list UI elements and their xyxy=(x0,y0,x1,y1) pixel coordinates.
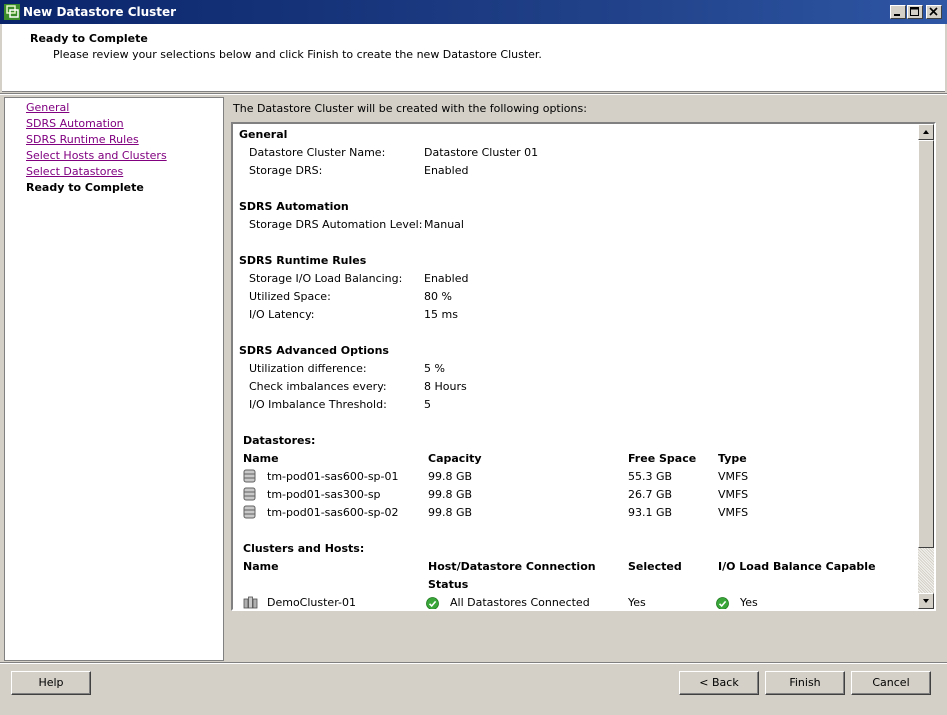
nav-step-sdrs-runtime-rules[interactable]: SDRS Runtime Rules xyxy=(26,133,139,147)
summary-key: Storage DRS Automation Level: xyxy=(249,218,423,231)
arrow-up-icon xyxy=(923,130,929,134)
summary-value: 5 xyxy=(424,398,431,411)
summary-scrollbar[interactable] xyxy=(918,124,934,609)
header-divider xyxy=(0,93,947,95)
maximize-button[interactable] xyxy=(907,5,923,19)
datastore-free-space: 55.3 GB xyxy=(628,470,673,483)
summary-key: Utilized Space: xyxy=(249,290,331,303)
status-ok-icon xyxy=(716,597,729,609)
minimize-icon xyxy=(894,14,900,16)
datastore-type: VMFS xyxy=(718,488,749,501)
wizard-steps-nav: General SDRS Automation SDRS Runtime Rul… xyxy=(4,97,224,661)
datastore-icon xyxy=(243,469,256,483)
minimize-button[interactable] xyxy=(890,5,906,19)
summary-key: I/O Imbalance Threshold: xyxy=(249,398,387,411)
datastore-name: tm-pod01-sas600-sp-01 xyxy=(267,470,399,483)
datastore-capacity: 99.8 GB xyxy=(428,488,473,501)
summary-key: Storage I/O Load Balancing: xyxy=(249,272,403,285)
cluster-io-load-balance: Yes xyxy=(740,596,758,609)
maximize-icon xyxy=(910,7,919,16)
summary-key: Storage DRS: xyxy=(249,164,323,177)
datastore-free-space: 26.7 GB xyxy=(628,488,673,501)
datastore-capacity: 99.8 GB xyxy=(428,470,473,483)
cluster-selected: Yes xyxy=(628,596,646,609)
datastore-capacity: 99.8 GB xyxy=(428,506,473,519)
summary-value: Manual xyxy=(424,218,464,231)
datastores-header-free-space: Free Space xyxy=(628,452,697,465)
summary-content: General Datastore Cluster Name: Datastor… xyxy=(233,124,918,609)
datastores-header-name: Name xyxy=(243,452,279,465)
clusters-header-connection-status: Host/Datastore Connection xyxy=(428,560,596,573)
nav-step-select-hosts-and-clusters[interactable]: Select Hosts and Clusters xyxy=(26,149,167,163)
summary-key: Utilization difference: xyxy=(249,362,367,375)
status-ok-icon xyxy=(426,597,439,609)
close-icon xyxy=(929,7,938,16)
summary-value: Enabled xyxy=(424,272,469,285)
summary-value: Datastore Cluster 01 xyxy=(424,146,539,159)
summary-caption: The Datastore Cluster will be created wi… xyxy=(233,102,587,115)
clusters-header-selected: Selected xyxy=(628,560,682,573)
page-subtitle: Please review your selections below and … xyxy=(53,48,542,61)
clusters-header-io-load-balance: I/O Load Balance Capable xyxy=(718,560,876,573)
datastore-type: VMFS xyxy=(718,470,749,483)
title-bar[interactable]: New Datastore Cluster xyxy=(0,0,947,24)
help-button[interactable]: Help xyxy=(11,671,91,695)
datastore-cluster-app-icon xyxy=(4,4,20,20)
page-title: Ready to Complete xyxy=(30,32,148,45)
datastore-free-space: 93.1 GB xyxy=(628,506,673,519)
datastore-icon xyxy=(243,487,256,501)
summary-value: 5 % xyxy=(424,362,445,375)
back-button[interactable]: < Back xyxy=(679,671,759,695)
section-title-clusters-and-hosts: Clusters and Hosts: xyxy=(243,542,365,555)
scroll-up-button[interactable] xyxy=(918,124,934,140)
cancel-button[interactable]: Cancel xyxy=(851,671,931,695)
summary-panel[interactable]: General Datastore Cluster Name: Datastor… xyxy=(231,122,936,611)
arrow-down-icon xyxy=(923,599,929,603)
section-title-sdrs-advanced-options: SDRS Advanced Options xyxy=(239,344,389,357)
section-title-sdrs-automation: SDRS Automation xyxy=(239,200,349,213)
wizard-header: Ready to Complete Please review your sel… xyxy=(2,24,945,92)
finish-button[interactable]: Finish xyxy=(765,671,845,695)
clusters-header-connection-status-line2: Status xyxy=(428,578,469,591)
summary-key: I/O Latency: xyxy=(249,308,315,321)
cluster-connection-status: All Datastores Connected xyxy=(450,596,590,609)
summary-value: Enabled xyxy=(424,164,469,177)
datastore-name: tm-pod01-sas600-sp-02 xyxy=(267,506,399,519)
section-title-sdrs-runtime-rules: SDRS Runtime Rules xyxy=(239,254,367,267)
summary-key: Datastore Cluster Name: xyxy=(249,146,386,159)
nav-step-ready-to-complete: Ready to Complete xyxy=(26,181,144,194)
datastore-icon xyxy=(243,505,256,519)
summary-key: Check imbalances every: xyxy=(249,380,387,393)
summary-value: 15 ms xyxy=(424,308,458,321)
scroll-down-button[interactable] xyxy=(918,593,934,609)
close-button[interactable] xyxy=(926,5,942,19)
datastores-header-type: Type xyxy=(718,452,747,465)
section-title-general: General xyxy=(239,128,288,141)
window-title: New Datastore Cluster xyxy=(23,5,177,19)
nav-step-general[interactable]: General xyxy=(26,101,69,115)
cluster-icon xyxy=(243,596,258,609)
clusters-header-name: Name xyxy=(243,560,279,573)
summary-value: 80 % xyxy=(424,290,452,303)
footer-divider xyxy=(0,662,947,664)
nav-step-select-datastores[interactable]: Select Datastores xyxy=(26,165,123,179)
cluster-name: DemoCluster-01 xyxy=(267,596,356,609)
nav-step-sdrs-automation[interactable]: SDRS Automation xyxy=(26,117,124,131)
scroll-thumb[interactable] xyxy=(918,140,934,548)
datastore-type: VMFS xyxy=(718,506,749,519)
datastores-header-capacity: Capacity xyxy=(428,452,482,465)
section-title-datastores: Datastores: xyxy=(243,434,316,447)
datastore-name: tm-pod01-sas300-sp xyxy=(267,488,381,501)
summary-value: 8 Hours xyxy=(424,380,467,393)
